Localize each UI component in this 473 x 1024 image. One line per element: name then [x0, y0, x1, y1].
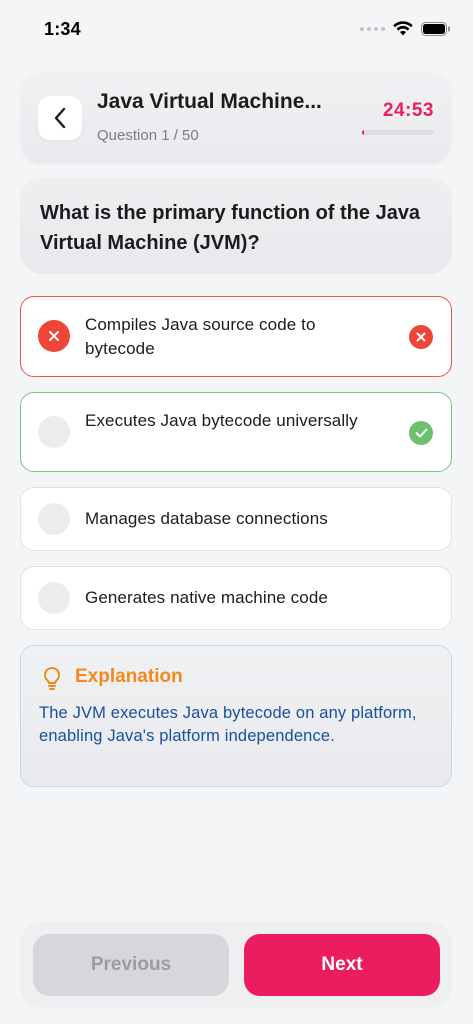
answer-option-2[interactable]: Executes Java bytecode universally	[20, 392, 452, 472]
option-radio	[38, 503, 70, 535]
option-marker-wrong	[38, 320, 70, 352]
next-button[interactable]: Next	[244, 934, 440, 996]
option-label: Manages database connections	[85, 509, 328, 528]
quiz-header: Java Virtual Machine... Question 1 / 50 …	[20, 72, 452, 164]
quiz-screen: 1:34 Java Virtual Machine... Question 1 …	[0, 0, 473, 1024]
timer-progress-bar	[362, 130, 434, 135]
question-counter: Question 1 / 50	[97, 127, 199, 144]
back-button[interactable]	[38, 96, 82, 140]
option-radio	[38, 582, 70, 614]
battery-icon	[421, 21, 450, 36]
answer-option-3[interactable]: Manages database connections	[20, 487, 452, 551]
check-icon	[415, 428, 427, 438]
countdown-timer: 24:53	[382, 100, 434, 121]
explanation-card: Explanation The JVM executes Java byteco…	[20, 645, 452, 787]
answer-option-4[interactable]: Generates native machine code	[20, 566, 452, 630]
status-icons	[360, 21, 451, 36]
lightbulb-icon	[43, 666, 61, 690]
wrong-answer-icon	[409, 325, 433, 349]
quiz-title: Java Virtual Machine...	[97, 90, 322, 113]
option-label: Generates native machine code	[85, 588, 328, 607]
answer-option-1[interactable]: Compiles Java source code to bytecode	[20, 296, 452, 377]
previous-button[interactable]: Previous	[33, 934, 229, 996]
option-label: Compiles Java source code to bytecode	[85, 315, 316, 358]
explanation-title: Explanation	[75, 666, 183, 687]
option-label: Executes Java bytecode universally	[85, 411, 358, 430]
option-radio	[38, 416, 70, 448]
explanation-text: The JVM executes Java bytecode on any pl…	[39, 704, 417, 745]
question-text: What is the primary function of the Java…	[40, 202, 421, 254]
wifi-icon	[393, 21, 413, 36]
status-bar: 1:34	[0, 0, 473, 60]
cellular-signal-icon	[360, 26, 385, 31]
x-icon	[49, 331, 59, 341]
bottom-navigation: Previous Next	[20, 922, 452, 1008]
check-circle-icon	[409, 421, 433, 445]
question-card: What is the primary function of the Java…	[20, 178, 452, 274]
chevron-left-icon	[54, 107, 66, 129]
x-icon	[416, 332, 426, 342]
timer-progress-fill	[362, 130, 365, 135]
status-time: 1:34	[44, 19, 81, 39]
